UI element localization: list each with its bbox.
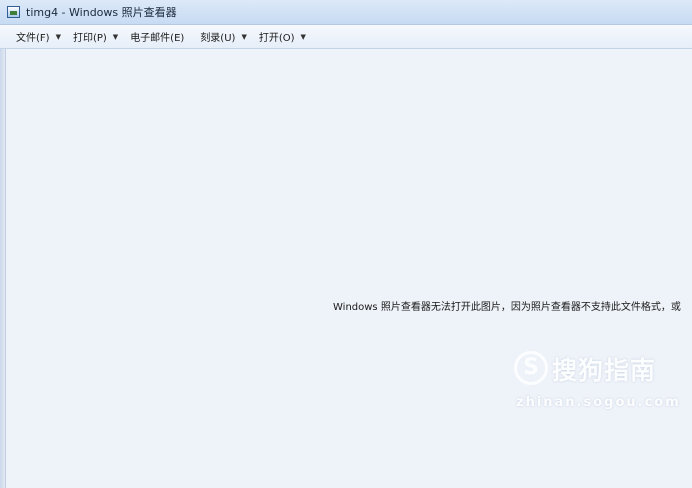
chevron-down-icon: ▼ [112,32,119,41]
sogou-logo-icon: S [514,351,548,385]
menu-email-label: 电子邮件(E) [130,33,185,44]
watermark-brand: 搜狗指南 [552,356,657,385]
watermark-url: zhinan.sogou.com [516,395,681,410]
photo-viewer-icon [7,6,20,18]
menu-email[interactable]: 电子邮件(E) [125,27,189,47]
menu-file[interactable]: 文件(F) ▼ [11,27,66,47]
chevron-down-icon: ▼ [55,32,61,41]
window-title: timg4 - Windows 照片查看器 [26,6,177,19]
menu-file-label: 文件(F) [16,33,50,44]
menu-open[interactable]: 打开(O) ▼ [254,27,311,47]
menu-bar: 文件(F) ▼ 打印(P) ▼ 电子邮件(E) 刻录(U) ▼ 打开(O) ▼ [0,25,692,49]
menu-open-label: 打开(O) [258,33,295,44]
menu-burn[interactable]: 刻录(U) ▼ [195,27,252,47]
sogou-watermark: S 搜狗指南 zhinan.sogou.com [514,351,679,421]
image-display-area [6,49,692,488]
chevron-down-icon: ▼ [241,32,247,41]
title-bar: timg4 - Windows 照片查看器 [0,0,692,25]
chevron-down-icon: ▼ [300,32,306,41]
menu-print[interactable]: 打印(P) ▼ [68,27,123,47]
error-message: Windows 照片查看器无法打开此图片，因为照片查看器不支持此文件格式，或 [333,302,681,313]
menu-print-label: 打印(P) [72,33,107,44]
menu-burn-label: 刻录(U) [200,33,236,44]
